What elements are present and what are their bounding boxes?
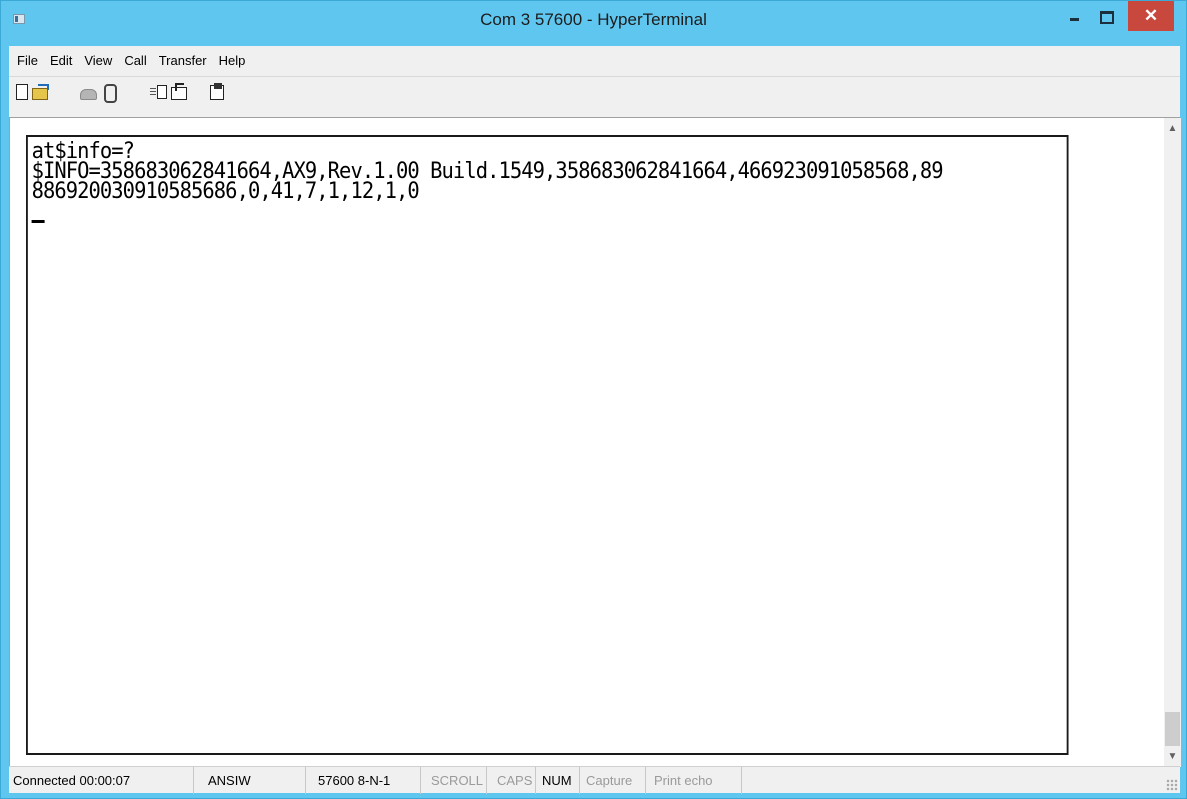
terminal-pane: at$info=? $INFO=358683062841664,AX9,Rev.… bbox=[9, 117, 1181, 767]
maximize-button[interactable] bbox=[1091, 1, 1123, 34]
window-title: Com 3 57600 - HyperTerminal bbox=[480, 10, 707, 29]
status-num: NUM bbox=[536, 767, 580, 794]
status-caps: CAPS bbox=[487, 767, 536, 794]
scroll-down-icon[interactable]: ▼ bbox=[1164, 748, 1181, 765]
disconnect-icon[interactable] bbox=[100, 83, 118, 103]
new-icon[interactable] bbox=[13, 83, 31, 101]
connect-icon[interactable] bbox=[79, 83, 97, 101]
hyperterminal-window: Com 3 57600 - HyperTerminal ✕ File Edit … bbox=[0, 0, 1187, 799]
status-scroll: SCROLL bbox=[421, 767, 487, 794]
scroll-thumb[interactable] bbox=[1165, 712, 1180, 746]
properties-icon[interactable] bbox=[207, 83, 225, 101]
menu-edit[interactable]: Edit bbox=[44, 49, 78, 72]
status-print-echo: Print echo bbox=[646, 767, 742, 794]
scroll-up-icon[interactable]: ▲ bbox=[1164, 120, 1181, 137]
status-port-settings: 57600 8-N-1 bbox=[306, 767, 421, 794]
status-emulation: ANSIW bbox=[194, 767, 306, 794]
toolbar bbox=[9, 76, 1180, 106]
resize-grip-icon[interactable] bbox=[1166, 779, 1178, 791]
send-icon[interactable] bbox=[149, 83, 167, 101]
menu-file[interactable]: File bbox=[11, 49, 44, 72]
menu-call[interactable]: Call bbox=[118, 49, 152, 72]
client-area: File Edit View Call Transfer Help at$inf… bbox=[9, 46, 1181, 794]
title-bar[interactable]: Com 3 57600 - HyperTerminal ✕ bbox=[1, 1, 1186, 46]
terminal-line: 886920030910585686,0,41,7,1,12,1,0 bbox=[31, 179, 420, 204]
close-button[interactable]: ✕ bbox=[1128, 1, 1174, 31]
status-capture: Capture bbox=[580, 767, 646, 794]
status-bar: Connected 00:00:07 ANSIW 57600 8-N-1 SCR… bbox=[9, 766, 1180, 794]
menu-help[interactable]: Help bbox=[213, 49, 252, 72]
text-cursor bbox=[31, 220, 45, 223]
terminal-screen[interactable]: at$info=? $INFO=358683062841664,AX9,Rev.… bbox=[26, 135, 1069, 755]
minimize-button[interactable] bbox=[1059, 1, 1089, 34]
open-icon[interactable] bbox=[31, 83, 49, 101]
vertical-scrollbar[interactable]: ▲ ▼ bbox=[1164, 118, 1181, 767]
receive-icon[interactable] bbox=[169, 83, 187, 101]
status-connected: Connected 00:00:07 bbox=[9, 767, 194, 794]
menu-bar: File Edit View Call Transfer Help bbox=[9, 46, 1180, 75]
menu-view[interactable]: View bbox=[78, 49, 118, 72]
menu-transfer[interactable]: Transfer bbox=[153, 49, 213, 72]
